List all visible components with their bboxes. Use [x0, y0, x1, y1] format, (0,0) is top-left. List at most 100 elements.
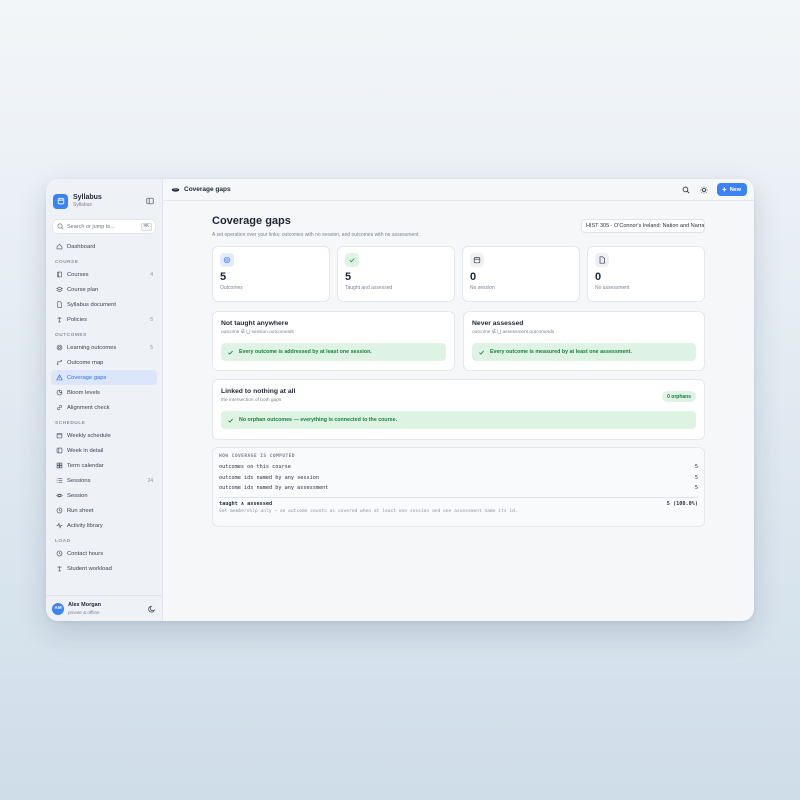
- card-formula: outcome ∉ ⋃ session.outcomeIds: [221, 330, 294, 335]
- row-label: outcome ids named by any assessment: [219, 485, 329, 491]
- sidebar-item-label: Week in detail: [67, 447, 104, 454]
- app-subtitle: Syllabus: [73, 202, 92, 208]
- clock-icon: [55, 507, 63, 515]
- sidebar-item-label: Syllabus document: [67, 301, 116, 308]
- sidebar-item-label: Term calendar: [67, 462, 104, 469]
- app-logo-icon: [53, 193, 68, 209]
- sidebar-item-weekly-schedule[interactable]: Weekly schedule: [51, 428, 157, 443]
- scale-icon: [55, 565, 63, 573]
- sidebar-item-label: Alignment check: [67, 404, 110, 411]
- page-content: Coverage gaps A set operation over your …: [163, 201, 754, 621]
- sidebar-item-bloom-levels[interactable]: Bloom levels: [51, 385, 157, 400]
- success-message: No orphan outcomes — everything is conne…: [221, 411, 696, 429]
- user-footer[interactable]: AM Alex Morgan private & offline: [46, 595, 162, 621]
- sidebar-item-label: Session: [67, 492, 88, 499]
- document-icon: [595, 253, 609, 267]
- sidebar-item-learning-outcomes[interactable]: Learning outcomes 5: [51, 340, 157, 355]
- main-area: Coverage gaps + New Coverage gaps A set …: [163, 179, 754, 621]
- list-icon: [55, 477, 63, 485]
- eye-icon: [55, 492, 63, 500]
- sidebar-item-alignment-check[interactable]: Alignment check: [51, 400, 157, 415]
- sidebar-item-label: Activity library: [67, 522, 103, 529]
- sidebar-item-courses[interactable]: Courses 4: [51, 267, 157, 282]
- sidebar-item-count: 5: [150, 344, 153, 351]
- card-formula: outcome ∉ ⋃ assessment.outcomeIds: [472, 330, 555, 335]
- stat-label: Outcomes: [220, 285, 243, 291]
- card-title: Never assessed: [472, 320, 524, 327]
- sidebar-item-coverage-gaps[interactable]: Coverage gaps: [51, 370, 157, 385]
- sidebar-item-count: 4: [150, 271, 153, 278]
- link-icon: [55, 404, 63, 412]
- sidebar: Syllabus Syllabus Search or jump to... ⌘…: [46, 179, 163, 621]
- calendar-icon: [55, 432, 63, 440]
- card-never-assessed: Never assessed outcome ∉ ⋃ assessment.ou…: [463, 311, 705, 371]
- card-orphans: Linked to nothing at all the intersectio…: [212, 379, 705, 440]
- total-label: taught ∧ assessed: [219, 500, 273, 507]
- document-icon: [55, 301, 63, 309]
- target-icon: [220, 253, 234, 267]
- sidebar-item-sessions[interactable]: Sessions 24: [51, 473, 157, 488]
- stat-taught-assessed: 5 Taught and assessed: [337, 246, 455, 302]
- check-icon: [228, 350, 233, 355]
- coverage-icon: [171, 186, 180, 193]
- new-button[interactable]: + New: [717, 183, 747, 196]
- search-icon: [57, 223, 64, 230]
- sidebar-item-label: Dashboard: [67, 243, 96, 250]
- card-title: Not taught anywhere: [221, 320, 289, 327]
- sidebar-item-session[interactable]: Session: [51, 488, 157, 503]
- computation-row: outcome ids named by any assessment 5: [219, 483, 698, 494]
- sidebar-item-contact-hours[interactable]: Contact hours: [51, 546, 157, 561]
- sidebar-toggle-icon[interactable]: [144, 195, 156, 207]
- theme-toggle-button[interactable]: [697, 183, 711, 197]
- stat-value: 5: [220, 271, 227, 283]
- sidebar-item-week-in-detail[interactable]: Week in detail: [51, 443, 157, 458]
- clock-icon: [55, 550, 63, 558]
- sidebar-item-course-plan[interactable]: Course plan: [51, 282, 157, 297]
- sidebar-item-outcome-map[interactable]: Outcome map: [51, 355, 157, 370]
- sidebar-item-student-workload[interactable]: Student workload: [51, 561, 157, 576]
- stat-value: 0: [470, 271, 477, 283]
- moon-icon[interactable]: [148, 605, 156, 613]
- sidebar-header: Syllabus Syllabus: [46, 185, 162, 217]
- check-icon: [228, 418, 233, 423]
- sidebar-item-policies[interactable]: Policies 5: [51, 312, 157, 327]
- page-subtitle: A set operation over your links: outcome…: [212, 232, 419, 238]
- sun-icon: [700, 185, 708, 194]
- avatar[interactable]: AM: [52, 602, 64, 615]
- scale-icon: [55, 316, 63, 324]
- sidebar-item-label: Course plan: [67, 286, 99, 293]
- sidebar-item-run-sheet[interactable]: Run sheet: [51, 503, 157, 518]
- plus-icon: +: [722, 184, 727, 194]
- target-icon: [55, 344, 63, 352]
- stats-row: 5 Outcomes 5 Taught and assessed 0 No se…: [212, 246, 705, 302]
- sidebar-item-label: Coverage gaps: [67, 374, 107, 381]
- card-title: Linked to nothing at all: [221, 388, 296, 395]
- sidebar-item-label: Weekly schedule: [67, 432, 111, 439]
- row-label: outcomes on this course: [219, 464, 291, 470]
- search-input[interactable]: Search or jump to... ⌘K: [52, 219, 156, 234]
- success-text: Every outcome is addressed by at least o…: [239, 349, 372, 355]
- computation-row: outcome ids named by any session 5: [219, 473, 698, 484]
- card-subtitle: the intersection of both gaps: [221, 398, 282, 403]
- nav-section-outcomes: OUTCOMES: [55, 333, 87, 338]
- new-button-label: New: [729, 186, 741, 193]
- sidebar-item-syllabus-document[interactable]: Syllabus document: [51, 297, 157, 312]
- nav-section-course: COURSE: [55, 260, 79, 265]
- course-select[interactable]: HIST 305 · O'Connor's Ireland: Nation an…: [581, 219, 705, 233]
- row-label: outcome ids named by any session: [219, 474, 319, 481]
- stat-no-session: 0 No session: [462, 246, 580, 302]
- sidebar-nav: Dashboard COURSE Courses 4 Course plan S…: [46, 239, 162, 595]
- sidebar-item-term-calendar[interactable]: Term calendar: [51, 458, 157, 473]
- search-button[interactable]: [679, 183, 693, 197]
- calendar-icon: [470, 253, 484, 267]
- sidebar-item-dashboard[interactable]: Dashboard: [51, 239, 157, 254]
- user-status: private & offline: [68, 610, 100, 615]
- sidebar-item-count: 5: [150, 316, 153, 323]
- sidebar-item-activity-library[interactable]: Activity library: [51, 518, 157, 533]
- sidebar-item-label: Bloom levels: [67, 389, 100, 396]
- pie-icon: [55, 389, 63, 397]
- sidebar-item-label: Policies: [67, 316, 87, 323]
- success-text: Every outcome is measured by at least on…: [490, 349, 632, 355]
- app-name: Syllabus: [73, 194, 102, 201]
- computation-panel: HOW COVERAGE IS COMPUTED outcomes on thi…: [212, 447, 705, 527]
